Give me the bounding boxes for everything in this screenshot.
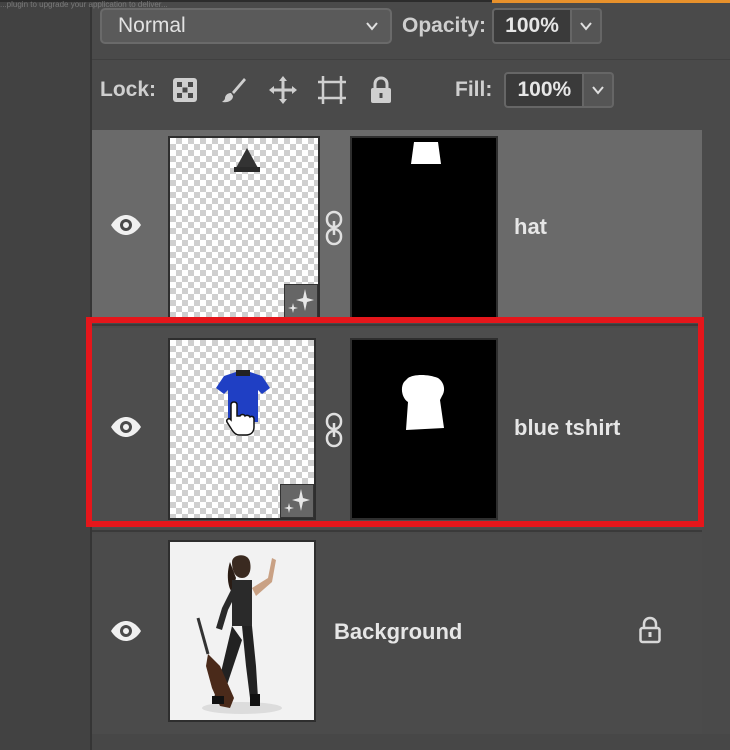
toolbar-divider bbox=[92, 59, 730, 60]
active-tab-accent bbox=[492, 0, 730, 3]
layers-scrollbar-track[interactable] bbox=[702, 122, 730, 750]
mask-shape bbox=[411, 142, 441, 164]
eye-visibility-icon[interactable] bbox=[110, 620, 142, 642]
layer-divider bbox=[92, 530, 702, 532]
lock-all-icon[interactable] bbox=[366, 75, 396, 105]
chevron-down-icon bbox=[592, 86, 605, 95]
blend-mode-dropdown[interactable]: Normal bbox=[100, 8, 392, 44]
opacity-label: Opacity: bbox=[402, 14, 487, 37]
fill-dropdown-button[interactable] bbox=[584, 72, 615, 108]
opacity-input[interactable]: 100% bbox=[492, 8, 573, 44]
person-photo-image bbox=[196, 555, 282, 714]
lock-row: Lock: bbox=[100, 70, 415, 110]
blend-opacity-row: Normal Opacity: 100% bbox=[100, 6, 603, 46]
fill-input[interactable]: 100% bbox=[504, 72, 585, 108]
layer-name-hat[interactable]: hat bbox=[514, 214, 547, 240]
chevron-down-icon bbox=[366, 22, 378, 31]
lock-transparent-pixels-icon[interactable] bbox=[170, 75, 200, 105]
layer-thumbnail-background[interactable] bbox=[168, 540, 316, 722]
layer-mask-thumbnail-hat[interactable] bbox=[350, 136, 498, 320]
layer-locked-icon[interactable] bbox=[638, 616, 662, 644]
fill-label: Fill: bbox=[455, 78, 493, 101]
link-chain-icon[interactable] bbox=[324, 210, 344, 246]
layer-row-background[interactable]: Background bbox=[92, 534, 702, 734]
smart-object-badge-icon bbox=[284, 284, 318, 318]
selection-highlight-box bbox=[86, 317, 704, 527]
layer-thumbnail-hat[interactable] bbox=[168, 136, 320, 320]
fill-group: Fill: 100% bbox=[455, 70, 615, 110]
layer-row-hat[interactable]: hat bbox=[92, 130, 702, 320]
chevron-down-icon bbox=[580, 22, 592, 31]
layer-name-background[interactable]: Background bbox=[334, 619, 462, 645]
left-panel-strip bbox=[0, 0, 92, 750]
opacity-dropdown-button[interactable] bbox=[572, 8, 603, 44]
lock-image-pixels-brush-icon[interactable] bbox=[219, 75, 249, 105]
panel-bottom-bar bbox=[92, 734, 730, 750]
lock-artboard-icon[interactable] bbox=[317, 75, 347, 105]
eye-visibility-icon[interactable] bbox=[110, 214, 142, 236]
hat-image-icon bbox=[234, 148, 260, 172]
blend-mode-value: Normal bbox=[118, 14, 186, 37]
lock-position-move-icon[interactable] bbox=[268, 75, 298, 105]
lock-label: Lock: bbox=[100, 78, 157, 101]
